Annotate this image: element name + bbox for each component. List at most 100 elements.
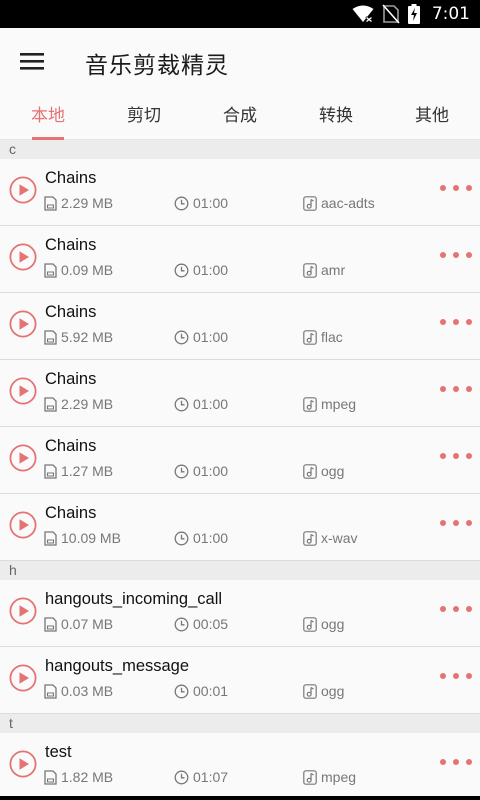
song-list[interactable]: c Chains 2.29 MB 01:00 aac-adts Chains 0.09 MB… bbox=[0, 140, 480, 800]
play-button[interactable] bbox=[9, 750, 37, 778]
sd-card-icon bbox=[44, 329, 57, 345]
play-button[interactable] bbox=[9, 597, 37, 625]
file-size: 0.09 MB bbox=[44, 262, 113, 278]
duration: 01:00 bbox=[174, 262, 228, 278]
play-circle-icon bbox=[9, 377, 37, 405]
tab-convert[interactable]: 转换 bbox=[296, 94, 376, 140]
play-circle-icon bbox=[9, 750, 37, 778]
clock-icon bbox=[174, 684, 189, 698]
duration: 01:00 bbox=[174, 463, 228, 479]
list-item[interactable]: Chains 2.29 MB 01:00 aac-adts bbox=[0, 159, 480, 226]
list-item[interactable]: Chains 2.29 MB 01:00 mpeg bbox=[0, 360, 480, 427]
file-size-value: 2.29 MB bbox=[61, 195, 114, 211]
list-item[interactable]: Chains 0.09 MB 01:00 amr bbox=[0, 226, 480, 293]
wifi-icon bbox=[352, 5, 374, 23]
song-title: Chains bbox=[45, 504, 97, 522]
duration-value: 01:00 bbox=[193, 463, 229, 479]
more-horiz-icon bbox=[440, 252, 446, 258]
app-bar: 音乐剪裁精灵 bbox=[0, 28, 480, 94]
format-value: aac-adts bbox=[321, 195, 375, 211]
list-item[interactable]: Chains 5.92 MB 01:00 flac bbox=[0, 293, 480, 360]
duration: 01:00 bbox=[174, 530, 228, 546]
song-title: hangouts_incoming_call bbox=[45, 590, 223, 608]
music-note-icon bbox=[303, 396, 317, 412]
clock-icon bbox=[174, 263, 189, 277]
duration: 01:00 bbox=[174, 396, 228, 412]
file-size: 1.27 MB bbox=[44, 463, 113, 479]
sd-card-icon bbox=[44, 262, 57, 278]
format: ogg bbox=[303, 683, 344, 699]
list-item[interactable]: hangouts_incoming_call 0.07 MB 00:05 ogg bbox=[0, 580, 480, 647]
more-options-button[interactable] bbox=[440, 316, 472, 328]
duration-value: 01:00 bbox=[193, 329, 229, 345]
play-button[interactable] bbox=[9, 243, 37, 271]
music-note-icon bbox=[303, 262, 317, 278]
file-size: 10.09 MB bbox=[44, 530, 121, 546]
more-options-button[interactable] bbox=[440, 670, 472, 682]
format-value: mpeg bbox=[321, 769, 357, 785]
song-title: Chains bbox=[45, 303, 97, 321]
bottom-edge bbox=[0, 796, 480, 800]
play-button[interactable] bbox=[9, 444, 37, 472]
tab-cut[interactable]: 剪切 bbox=[104, 94, 184, 140]
tab-other[interactable]: 其他 bbox=[392, 94, 472, 140]
list-item[interactable]: test 1.82 MB 01:07 mpeg bbox=[0, 733, 480, 800]
file-size: 2.29 MB bbox=[44, 195, 113, 211]
list-item[interactable]: hangouts_message 0.03 MB 00:01 ogg bbox=[0, 647, 480, 714]
list-item[interactable]: Chains 10.09 MB 01:00 x-wav bbox=[0, 494, 480, 561]
status-bar: 7:01 bbox=[0, 0, 480, 28]
more-horiz-icon bbox=[453, 520, 459, 526]
section-header: c bbox=[0, 140, 480, 159]
play-button[interactable] bbox=[9, 176, 37, 204]
song-title: Chains bbox=[45, 236, 97, 254]
duration: 00:05 bbox=[174, 616, 228, 632]
more-options-button[interactable] bbox=[440, 603, 472, 615]
more-horiz-icon bbox=[453, 606, 459, 612]
more-horiz-icon bbox=[466, 185, 472, 191]
music-note-icon bbox=[303, 329, 317, 345]
duration-value: 00:05 bbox=[193, 616, 229, 632]
file-size-value: 0.07 MB bbox=[61, 616, 114, 632]
format-value: ogg bbox=[321, 683, 345, 699]
more-options-button[interactable] bbox=[440, 383, 472, 395]
status-time: 7:01 bbox=[431, 4, 470, 24]
more-horiz-icon bbox=[453, 252, 459, 258]
tab-bar: 本地 剪切 合成 转换 其他 bbox=[0, 94, 480, 140]
more-options-button[interactable] bbox=[440, 517, 472, 529]
more-horiz-icon bbox=[453, 319, 459, 325]
more-horiz-icon bbox=[440, 520, 446, 526]
menu-button[interactable] bbox=[14, 44, 50, 78]
play-button[interactable] bbox=[9, 664, 37, 692]
more-horiz-icon bbox=[440, 386, 446, 392]
file-size-value: 5.92 MB bbox=[61, 329, 114, 345]
more-options-button[interactable] bbox=[440, 756, 472, 768]
play-button[interactable] bbox=[9, 377, 37, 405]
more-horiz-icon bbox=[466, 759, 472, 765]
more-options-button[interactable] bbox=[440, 182, 472, 194]
format: ogg bbox=[303, 463, 344, 479]
play-button[interactable] bbox=[9, 511, 37, 539]
format-value: x-wav bbox=[321, 530, 358, 546]
tab-local[interactable]: 本地 bbox=[8, 94, 88, 140]
status-icons: 7:01 bbox=[352, 3, 470, 25]
more-options-button[interactable] bbox=[440, 249, 472, 261]
duration-value: 01:00 bbox=[193, 195, 229, 211]
list-item[interactable]: Chains 1.27 MB 01:00 ogg bbox=[0, 427, 480, 494]
play-circle-icon bbox=[9, 310, 37, 338]
battery-charging-icon bbox=[407, 4, 420, 24]
format-value: amr bbox=[321, 262, 346, 278]
duration-value: 00:01 bbox=[193, 683, 229, 699]
file-size: 0.07 MB bbox=[44, 616, 113, 632]
more-horiz-icon bbox=[440, 453, 446, 459]
clock-icon bbox=[174, 617, 189, 631]
app-title: 音乐剪裁精灵 bbox=[85, 53, 229, 79]
play-circle-icon bbox=[9, 597, 37, 625]
tab-merge[interactable]: 合成 bbox=[200, 94, 280, 140]
more-options-button[interactable] bbox=[440, 450, 472, 462]
format: mpeg bbox=[303, 396, 356, 412]
sd-card-icon bbox=[44, 195, 57, 211]
sd-card-icon bbox=[44, 616, 57, 632]
music-note-icon bbox=[303, 463, 317, 479]
play-button[interactable] bbox=[9, 310, 37, 338]
format: mpeg bbox=[303, 769, 356, 785]
